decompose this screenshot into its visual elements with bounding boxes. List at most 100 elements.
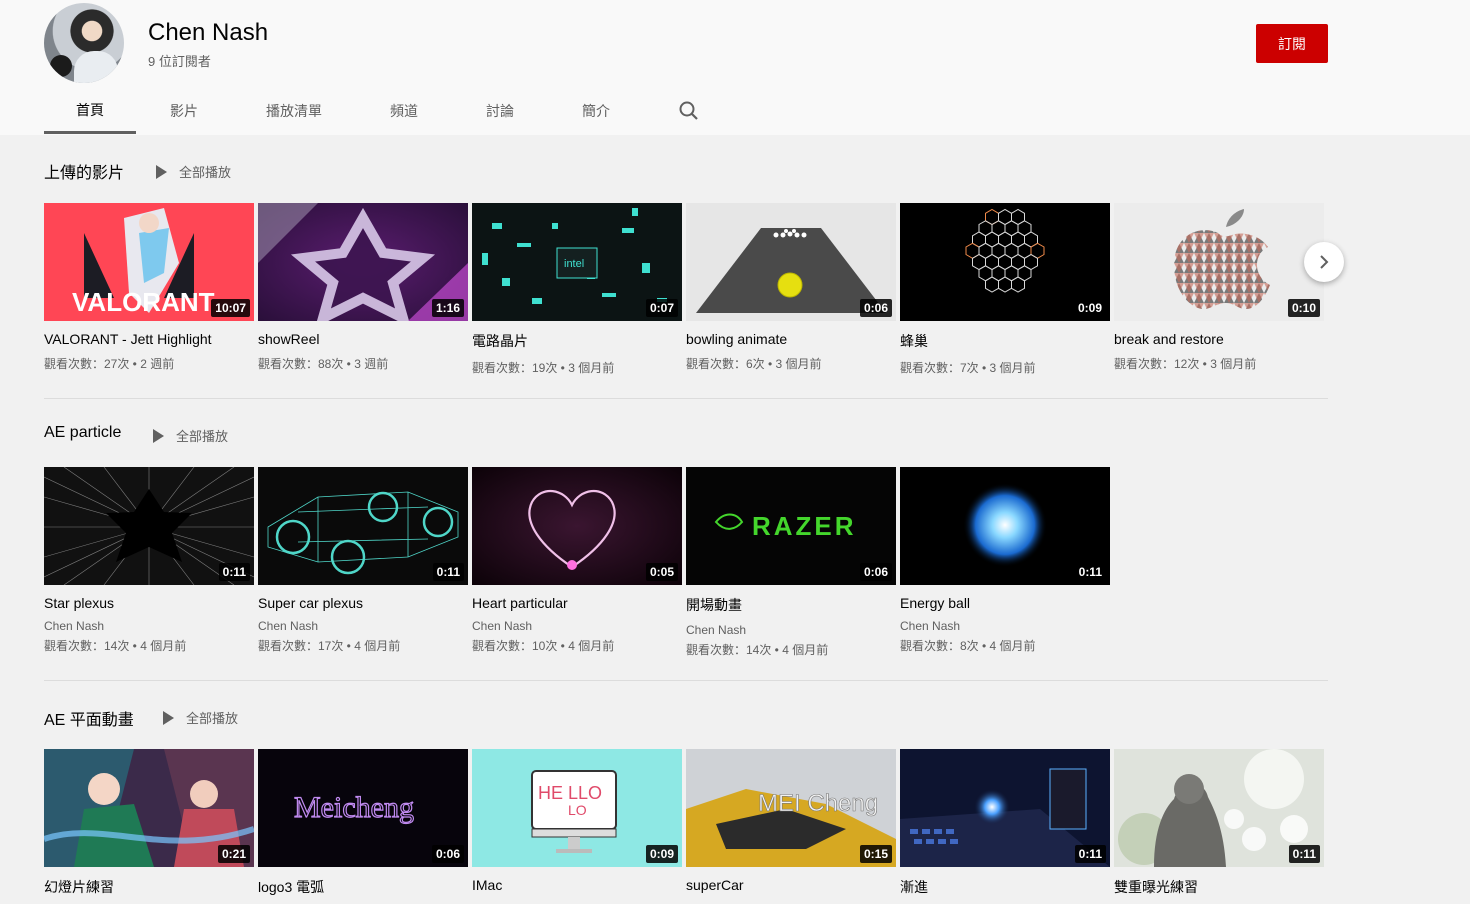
video-thumbnail[interactable]: 0:11 xyxy=(900,749,1110,867)
video-card[interactable]: RAZER 0:06 開場動畫 Chen Nash 觀看次數：14次 • 4 個… xyxy=(686,467,896,658)
video-card[interactable]: HE LLO LO 0:09 IMac xyxy=(472,749,682,893)
video-card[interactable]: intel 0:07 電路晶片 觀看次數：19次 • 3 個月前 xyxy=(472,203,682,376)
thumb-imac-text: HE LLO xyxy=(538,783,602,803)
play-icon xyxy=(163,710,174,725)
play-all-button[interactable]: 全部播放 xyxy=(163,708,238,727)
video-meta: 觀看次數：19次 • 3 個月前 xyxy=(472,361,615,375)
video-title[interactable]: logo3 電弧 xyxy=(258,877,468,897)
video-thumbnail[interactable]: 0:06 xyxy=(686,203,896,321)
video-meta: 觀看次數：8次 • 4 個月前 xyxy=(900,639,1036,653)
video-title[interactable]: Super car plexus xyxy=(258,595,468,611)
video-thumbnail[interactable]: 0:11 xyxy=(258,467,468,585)
tab-playlists[interactable]: 播放清單 xyxy=(244,88,344,134)
video-title[interactable]: 蜂巢 xyxy=(900,331,1110,351)
video-duration: 0:11 xyxy=(1074,845,1106,863)
video-card[interactable]: MEI Cheng 0:15 superCar xyxy=(686,749,896,893)
video-meta: 觀看次數：14次 • 4 個月前 xyxy=(686,643,829,657)
video-card[interactable]: 0:11 雙重曝光練習 xyxy=(1114,749,1324,897)
video-duration: 0:11 xyxy=(1074,563,1106,581)
video-card[interactable]: 0:11 Super car plexus Chen Nash 觀看次數：17次… xyxy=(258,467,468,654)
video-title[interactable]: 雙重曝光練習 xyxy=(1114,877,1324,897)
video-card[interactable]: 0:10 break and restore 觀看次數：12次 • 3 個月前 xyxy=(1114,203,1324,372)
video-thumbnail[interactable]: VALORANT 10:07 xyxy=(44,203,254,321)
play-icon xyxy=(153,428,164,443)
shelf-next-button[interactable] xyxy=(1304,242,1344,282)
tab-about[interactable]: 簡介 xyxy=(548,88,644,134)
section-divider xyxy=(44,398,1328,399)
tab-discussion[interactable]: 討論 xyxy=(452,88,548,134)
video-thumbnail[interactable]: Meicheng 0:06 xyxy=(258,749,468,867)
video-thumbnail[interactable]: 0:11 xyxy=(1114,749,1324,867)
video-card[interactable]: 0:09 蜂巢 觀看次數：7次 • 3 個月前 xyxy=(900,203,1110,376)
video-title[interactable]: 電路晶片 xyxy=(472,331,682,351)
video-title[interactable]: break and restore xyxy=(1114,331,1324,347)
video-card[interactable]: 0:11 Energy ball Chen Nash 觀看次數：8次 • 4 個… xyxy=(900,467,1110,654)
video-thumbnail[interactable]: intel 0:07 xyxy=(472,203,682,321)
video-thumbnail[interactable]: MEI Cheng 0:15 xyxy=(686,749,896,867)
video-duration: 0:11 xyxy=(432,563,464,581)
subscribe-button[interactable]: 訂閱 xyxy=(1256,24,1328,63)
tab-channels[interactable]: 頻道 xyxy=(356,88,452,134)
video-meta: 觀看次數：12次 • 3 個月前 xyxy=(1114,357,1257,371)
avatar[interactable] xyxy=(44,3,124,83)
video-thumbnail[interactable]: 0:11 xyxy=(900,467,1110,585)
video-duration: 1:16 xyxy=(431,299,464,317)
video-title[interactable]: bowling animate xyxy=(686,331,896,347)
tab-home[interactable]: 首頁 xyxy=(44,88,136,134)
play-all-button[interactable]: 全部播放 xyxy=(153,426,228,445)
tab-videos[interactable]: 影片 xyxy=(136,88,232,134)
thumb-meicheng-text: Meicheng xyxy=(294,791,414,824)
video-thumbnail[interactable]: HE LLO LO 0:09 xyxy=(472,749,682,867)
video-meta: 觀看次數：6次 • 3 個月前 xyxy=(686,357,822,371)
video-meta: 觀看次數：27次 • 2 週前 xyxy=(44,357,175,371)
video-thumbnail[interactable]: 0:05 xyxy=(472,467,682,585)
video-card[interactable]: 0:11 漸進 xyxy=(900,749,1110,897)
video-thumbnail[interactable]: 0:11 xyxy=(44,467,254,585)
video-duration: 0:06 xyxy=(859,563,892,581)
video-channel[interactable]: Chen Nash xyxy=(44,619,254,633)
thumb-supercar-text: MEI Cheng xyxy=(758,790,878,817)
video-duration: 0:11 xyxy=(218,563,250,581)
video-duration: 10:07 xyxy=(211,299,250,317)
video-title[interactable]: superCar xyxy=(686,877,896,893)
video-card[interactable]: VALORANT 10:07 VALORANT - Jett Highlight… xyxy=(44,203,254,372)
section-title-ae-particle: AE particle xyxy=(44,424,122,441)
video-duration: 0:06 xyxy=(431,845,464,863)
video-card[interactable]: 0:06 bowling animate 觀看次數：6次 • 3 個月前 xyxy=(686,203,896,372)
video-title[interactable]: 漸進 xyxy=(900,877,1110,897)
video-title[interactable]: Heart particular xyxy=(472,595,682,611)
video-title[interactable]: showReel xyxy=(258,331,468,347)
thumb-imac-text-2: LO xyxy=(568,802,587,818)
video-meta: 觀看次數：88次 • 3 週前 xyxy=(258,357,389,371)
search-icon[interactable] xyxy=(678,100,700,122)
play-all-label: 全部播放 xyxy=(179,165,232,180)
video-card[interactable]: 0:05 Heart particular Chen Nash 觀看次數：10次… xyxy=(472,467,682,654)
video-card[interactable]: Meicheng 0:06 logo3 電弧 xyxy=(258,749,468,897)
video-thumbnail[interactable]: 0:10 xyxy=(1114,203,1324,321)
video-thumbnail[interactable]: RAZER 0:06 xyxy=(686,467,896,585)
video-title[interactable]: Star plexus xyxy=(44,595,254,611)
video-title[interactable]: VALORANT - Jett Highlight xyxy=(44,331,254,347)
video-card[interactable]: 0:21 幻燈片練習 xyxy=(44,749,254,897)
video-title[interactable]: 開場動畫 xyxy=(686,595,896,615)
video-duration: 0:15 xyxy=(859,845,892,863)
play-all-label: 全部播放 xyxy=(176,429,229,444)
video-thumbnail[interactable]: 0:09 xyxy=(900,203,1110,321)
video-channel[interactable]: Chen Nash xyxy=(258,619,468,633)
section-title-uploads: 上傳的影片 xyxy=(44,165,125,182)
video-channel[interactable]: Chen Nash xyxy=(472,619,682,633)
video-title[interactable]: 幻燈片練習 xyxy=(44,877,254,897)
video-channel[interactable]: Chen Nash xyxy=(686,623,896,637)
video-duration: 0:05 xyxy=(645,563,678,581)
play-all-button[interactable]: 全部播放 xyxy=(156,162,231,181)
video-card[interactable]: 0:11 Star plexus Chen Nash 觀看次數：14次 • 4 … xyxy=(44,467,254,654)
video-thumbnail[interactable]: 0:21 xyxy=(44,749,254,867)
video-title[interactable]: IMac xyxy=(472,877,682,893)
channel-name: Chen Nash xyxy=(148,19,269,46)
video-title[interactable]: Energy ball xyxy=(900,595,1110,611)
video-meta: 觀看次數：7次 • 3 個月前 xyxy=(900,361,1036,375)
video-card[interactable]: 1:16 showReel 觀看次數：88次 • 3 週前 xyxy=(258,203,468,372)
video-thumbnail[interactable]: 1:16 xyxy=(258,203,468,321)
video-channel[interactable]: Chen Nash xyxy=(900,619,1110,633)
video-duration: 0:06 xyxy=(859,299,892,317)
